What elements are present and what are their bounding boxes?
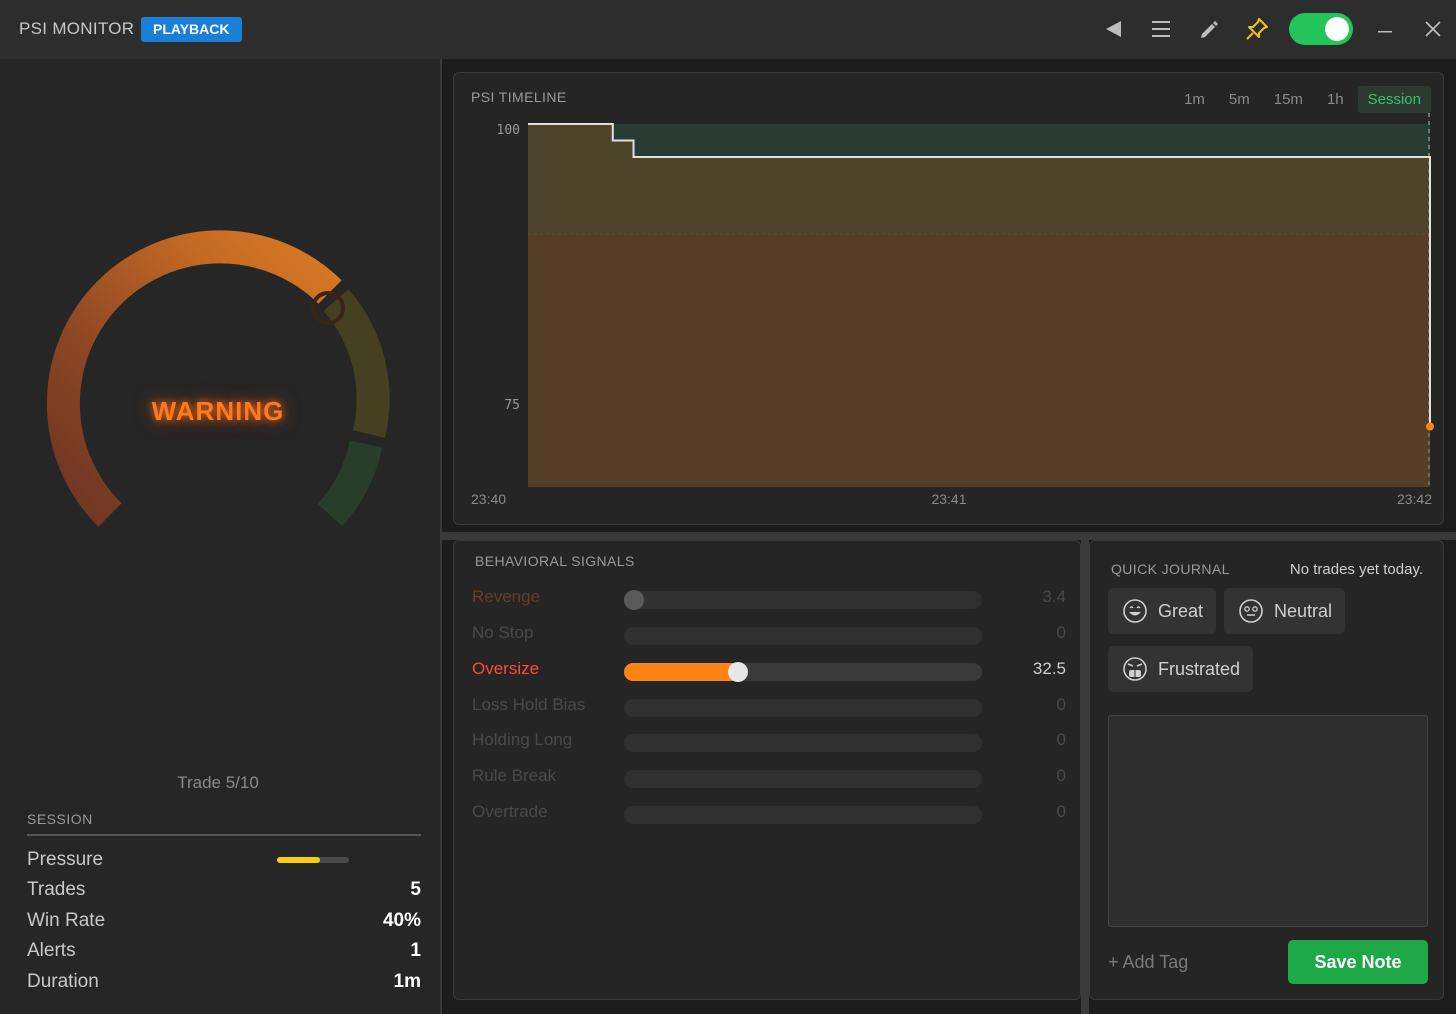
range-tab-1h[interactable]: 1h bbox=[1317, 86, 1354, 113]
range-tabs: 1m 5m 15m 1h Session bbox=[1174, 86, 1431, 113]
menu-icon[interactable] bbox=[1146, 14, 1176, 44]
neutral-face-icon bbox=[1239, 599, 1263, 623]
trades-label: Trades bbox=[27, 879, 86, 900]
mood-great-button[interactable]: Great bbox=[1108, 588, 1217, 634]
pin-icon[interactable] bbox=[1242, 14, 1272, 44]
minimize-icon[interactable] bbox=[1370, 14, 1400, 44]
signal-row-overtrade: Overtrade 0 bbox=[472, 800, 1066, 826]
save-note-button[interactable]: Save Note bbox=[1288, 940, 1428, 984]
app-title: PSI MONITOR bbox=[19, 19, 135, 38]
stat-alerts: Alerts 1 bbox=[27, 940, 421, 966]
x-tick-label: 23:42 bbox=[1397, 491, 1432, 507]
signal-track bbox=[624, 590, 982, 610]
add-tag-link[interactable]: + Add Tag bbox=[1108, 952, 1188, 973]
range-tab-session[interactable]: Session bbox=[1357, 86, 1431, 113]
signal-label: No Stop bbox=[472, 623, 534, 642]
mood-neutral-label: Neutral bbox=[1274, 600, 1333, 621]
signal-value: 0 bbox=[1056, 802, 1066, 821]
signals-title: BEHAVIORAL SIGNALS bbox=[475, 553, 635, 569]
signal-label: Oversize bbox=[472, 659, 540, 678]
journal-note-input[interactable] bbox=[1108, 715, 1428, 927]
vertical-divider bbox=[1081, 540, 1089, 1014]
duration-label: Duration bbox=[27, 971, 99, 992]
journal-note: No trades yet today. bbox=[1289, 561, 1423, 578]
signal-value: 0 bbox=[1056, 730, 1066, 749]
signal-label: Rule Break bbox=[472, 766, 557, 785]
mood-frustrated-button[interactable]: Frustrated bbox=[1108, 646, 1254, 692]
signal-row-revenge: Revenge 3.4 bbox=[472, 585, 1066, 611]
psi-status: WARNING bbox=[151, 396, 285, 426]
range-tab-15m[interactable]: 15m bbox=[1264, 86, 1313, 113]
signal-track bbox=[624, 770, 982, 788]
signal-row-rule-break: Rule Break 0 bbox=[472, 764, 1066, 790]
pressure-label: Pressure bbox=[27, 849, 104, 870]
journal-title: QUICK JOURNAL bbox=[1111, 561, 1230, 577]
session-divider bbox=[27, 834, 421, 836]
duration-value: 1m bbox=[393, 971, 421, 992]
signal-label: Revenge bbox=[472, 587, 541, 606]
toggle-knob bbox=[1325, 17, 1349, 41]
monitor-toggle[interactable] bbox=[1289, 13, 1353, 45]
win-rate-label: Win Rate bbox=[27, 910, 106, 931]
stat-pressure: Pressure bbox=[27, 849, 421, 875]
playback-badge: PLAYBACK bbox=[141, 17, 242, 42]
timeline-title: PSI TIMELINE bbox=[471, 89, 567, 105]
signal-track bbox=[624, 662, 982, 682]
quick-journal-panel: QUICK JOURNAL No trades yet today. Great… bbox=[1089, 540, 1444, 1000]
mood-frustrated-label: Frustrated bbox=[1158, 658, 1241, 679]
y-tick-label: 75 bbox=[504, 398, 520, 413]
signal-value: 3.4 bbox=[1042, 587, 1066, 606]
smile-icon bbox=[1123, 599, 1147, 623]
stat-trades: Trades 5 bbox=[27, 879, 421, 905]
signal-knob bbox=[728, 662, 749, 682]
frustrated-face-icon bbox=[1123, 657, 1147, 681]
pressure-fill bbox=[277, 857, 321, 863]
y-tick-label: 100 bbox=[497, 123, 520, 138]
signal-label: Loss Hold Bias bbox=[472, 695, 586, 714]
signal-fill bbox=[624, 663, 741, 681]
signal-value: 32.5 bbox=[1032, 659, 1066, 678]
psi-chart: 100 75 23:40 23:41 23:42 bbox=[471, 113, 1434, 507]
signal-track bbox=[624, 806, 982, 824]
signal-row-no-stop: No Stop 0 bbox=[472, 621, 1066, 647]
psi-area bbox=[528, 124, 1430, 487]
signal-track bbox=[624, 734, 982, 752]
trades-value: 5 bbox=[410, 879, 421, 900]
pressure-bar bbox=[277, 857, 349, 863]
range-tab-5m[interactable]: 5m bbox=[1219, 86, 1260, 113]
alerts-value: 1 bbox=[410, 940, 421, 961]
session-header: SESSION bbox=[27, 811, 93, 827]
title-bar: PSI MONITOR PLAYBACK bbox=[0, 0, 1456, 59]
mood-neutral-button[interactable]: Neutral bbox=[1224, 588, 1346, 634]
stat-win-rate: Win Rate 40% bbox=[27, 910, 421, 936]
alerts-label: Alerts bbox=[27, 940, 76, 961]
signal-track bbox=[624, 627, 982, 645]
signal-row-holding-long: Holding Long 0 bbox=[472, 728, 1066, 754]
pencil-icon[interactable] bbox=[1194, 14, 1224, 44]
gauge-ring bbox=[46, 230, 390, 527]
trade-counter: Trade 5/10 bbox=[177, 773, 259, 792]
signal-row-loss-hold-bias: Loss Hold Bias 0 bbox=[472, 693, 1066, 719]
behavioral-signals-panel: BEHAVIORAL SIGNALS Revenge 3.4 No Stop 0 Ove… bbox=[453, 540, 1081, 1000]
close-icon[interactable] bbox=[1418, 14, 1448, 44]
signal-knob bbox=[624, 590, 644, 610]
signal-row-oversize: Oversize 32.5 bbox=[472, 657, 1066, 683]
stat-duration: Duration 1m bbox=[27, 971, 421, 997]
signal-value: 0 bbox=[1056, 695, 1066, 714]
x-tick-label: 23:41 bbox=[931, 491, 966, 507]
signal-track bbox=[624, 699, 982, 717]
signal-value: 0 bbox=[1056, 766, 1066, 785]
signal-value: 0 bbox=[1056, 623, 1066, 642]
back-icon[interactable] bbox=[1098, 14, 1128, 44]
psi-current-point bbox=[1426, 422, 1434, 431]
psi-gauge bbox=[40, 180, 400, 540]
range-tab-1m[interactable]: 1m bbox=[1174, 86, 1215, 113]
timeline-panel: 100 75 23:40 23:41 23:42 PSI TIMELINE 1m 5m … bbox=[453, 72, 1444, 525]
win-rate-value: 40% bbox=[382, 910, 421, 931]
signal-label: Overtrade bbox=[472, 802, 548, 821]
signal-label: Holding Long bbox=[472, 730, 573, 749]
x-tick-label: 23:40 bbox=[471, 491, 506, 507]
horizontal-divider bbox=[442, 532, 1456, 540]
mood-great-label: Great bbox=[1158, 600, 1204, 621]
